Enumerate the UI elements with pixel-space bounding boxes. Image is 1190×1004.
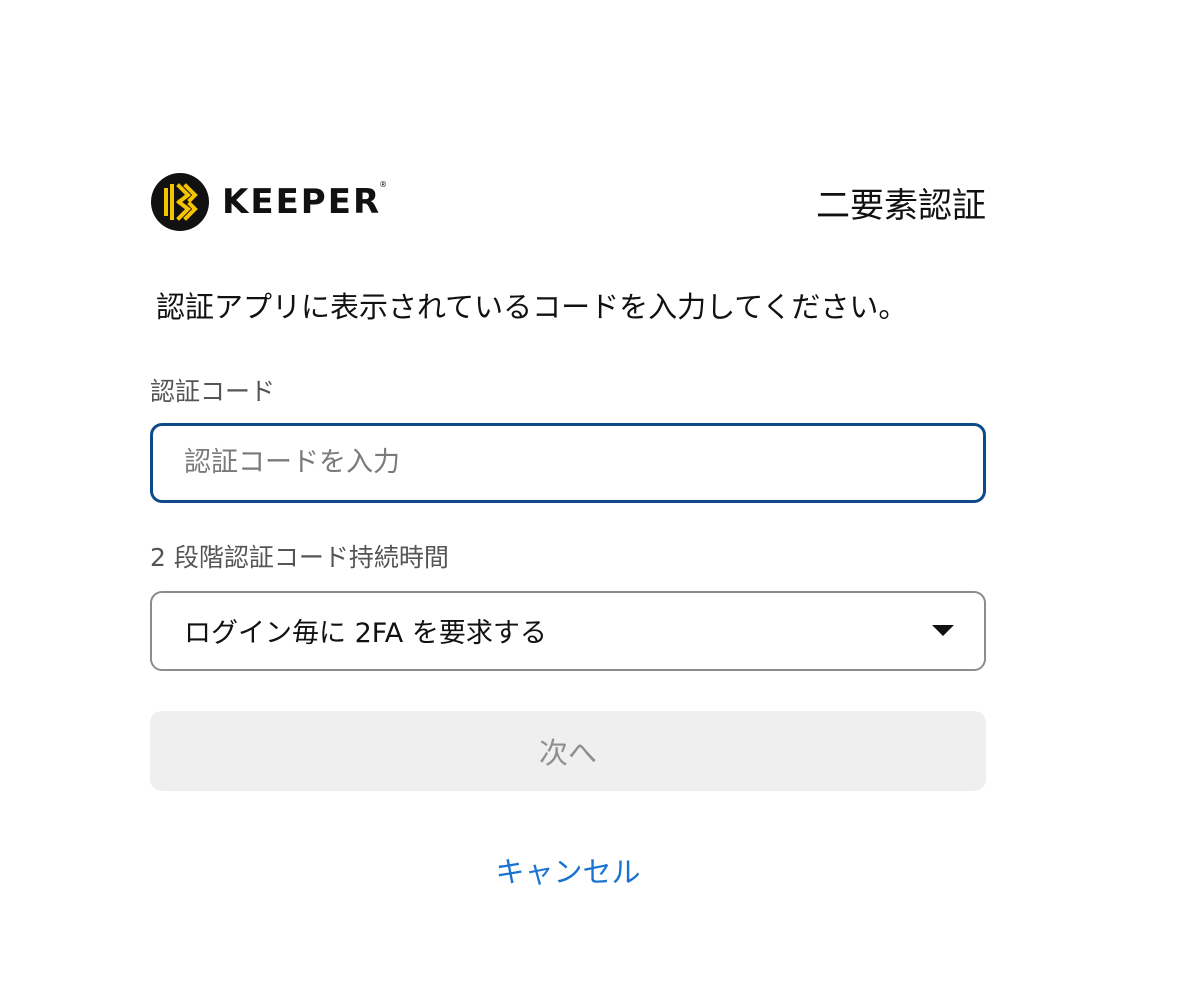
two-factor-card: KEEPER ® 二要素認証 認証アプリに表示されているコードを入力してください。… — [150, 170, 986, 891]
cancel-link[interactable]: キャンセル — [150, 849, 986, 891]
verification-code-input[interactable] — [150, 422, 986, 503]
brand-wordmark: KEEPER ® — [222, 180, 390, 222]
keeper-logo: KEEPER ® — [150, 172, 390, 232]
duration-field-label: 2 段階認証コード持続時間 — [150, 542, 449, 572]
page-title: 二要素認証 — [816, 185, 986, 226]
keeper-logo-icon — [151, 173, 209, 231]
code-field-label: 認証コード — [150, 376, 276, 406]
duration-select[interactable]: ログイン毎に 2FA を要求する — [150, 590, 986, 671]
header: KEEPER ® 二要素認証 — [150, 170, 986, 234]
instruction-text: 認証アプリに表示されているコードを入力してください。 — [156, 290, 908, 324]
duration-select-value: ログイン毎に 2FA を要求する — [184, 618, 547, 650]
next-button[interactable]: 次へ — [150, 710, 986, 791]
caret-down-icon — [932, 625, 954, 637]
